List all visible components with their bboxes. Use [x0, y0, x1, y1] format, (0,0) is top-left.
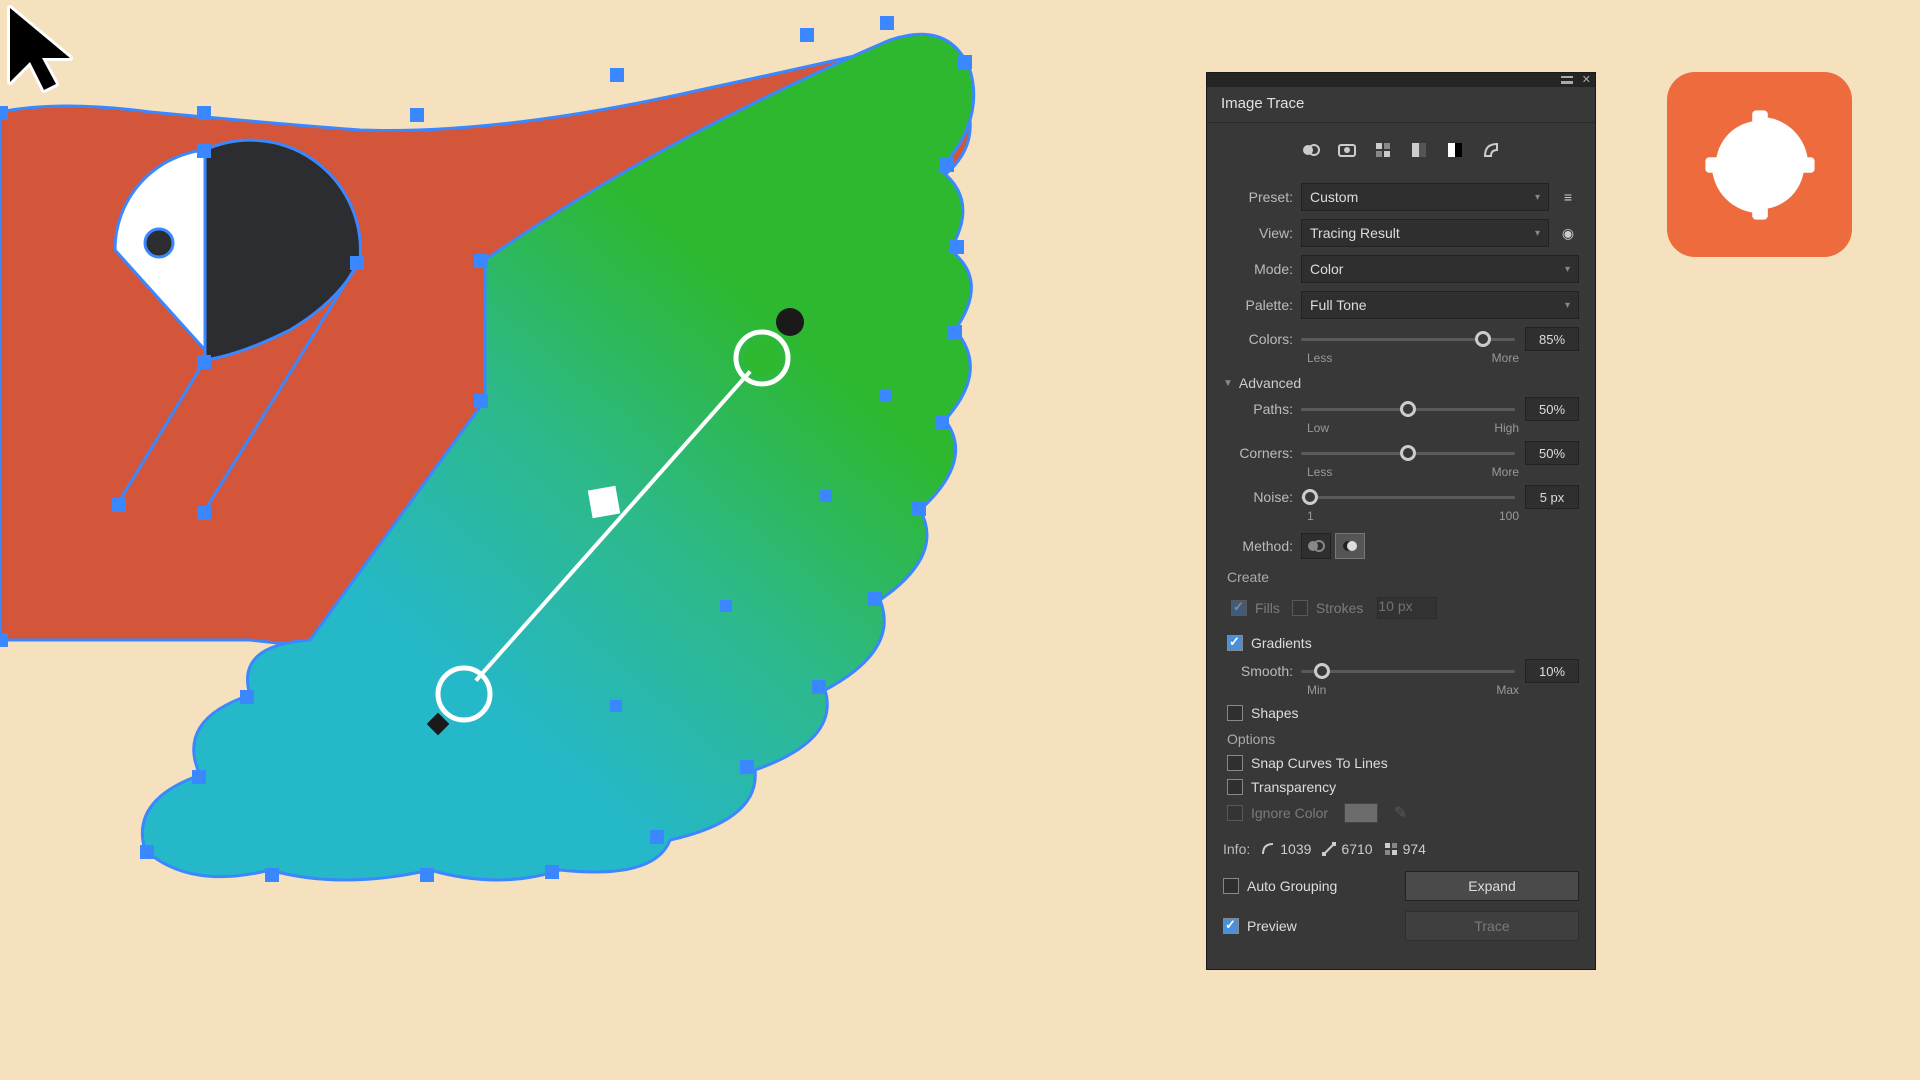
- panel-title: Image Trace: [1207, 87, 1595, 123]
- preview-checkbox[interactable]: Preview: [1223, 918, 1297, 934]
- preset-menu-icon[interactable]: ≡: [1557, 189, 1579, 205]
- cursor-pointer: [0, 0, 90, 100]
- transparency-checkbox[interactable]: Transparency: [1227, 779, 1579, 795]
- view-eye-icon[interactable]: ◉: [1557, 225, 1579, 242]
- create-label: Create: [1227, 569, 1579, 585]
- colors-slider[interactable]: [1301, 329, 1515, 349]
- trace-button: Trace: [1405, 911, 1579, 941]
- corners-value[interactable]: 50%: [1525, 441, 1579, 465]
- smooth-slider[interactable]: [1301, 661, 1515, 681]
- preset-photo-icon[interactable]: [1336, 139, 1358, 161]
- panel-menu-icon[interactable]: [1561, 76, 1573, 84]
- fills-checkbox: Fills: [1231, 600, 1280, 616]
- view-select[interactable]: Tracing Result▾: [1301, 219, 1549, 247]
- strokes-checkbox: Strokes10 px: [1292, 597, 1437, 619]
- ignore-color-checkbox: Ignore Color✎: [1227, 803, 1579, 823]
- app-badge-icon: [1667, 72, 1852, 257]
- paths-value[interactable]: 50%: [1525, 397, 1579, 421]
- canvas-area[interactable]: [0, 0, 1920, 1080]
- info-paths: 1039: [1260, 841, 1311, 857]
- advanced-section[interactable]: ▼Advanced: [1223, 375, 1579, 391]
- corners-slider[interactable]: [1301, 443, 1515, 463]
- smooth-value[interactable]: 10%: [1525, 659, 1579, 683]
- preset-bw-icon[interactable]: [1444, 139, 1466, 161]
- preset-outline-icon[interactable]: [1480, 139, 1502, 161]
- noise-value[interactable]: 5 px: [1525, 485, 1579, 509]
- panel-titlebar[interactable]: ✕: [1207, 73, 1595, 87]
- options-label: Options: [1227, 731, 1579, 747]
- method-abutting-button[interactable]: [1301, 533, 1331, 559]
- preset-auto-icon[interactable]: [1300, 139, 1322, 161]
- preset-lowcolor-icon[interactable]: [1372, 139, 1394, 161]
- palette-label: Palette:: [1223, 297, 1301, 313]
- eyedropper-icon: ✎: [1394, 803, 1407, 823]
- autogroup-checkbox[interactable]: Auto Grouping: [1223, 878, 1337, 894]
- paths-slider[interactable]: [1301, 399, 1515, 419]
- colors-label: Colors:: [1223, 331, 1301, 347]
- info-anchors: 6710: [1321, 841, 1372, 857]
- colors-value[interactable]: 85%: [1525, 327, 1579, 351]
- preset-gray-icon[interactable]: [1408, 139, 1430, 161]
- palette-select[interactable]: Full Tone▾: [1301, 291, 1579, 319]
- gradients-checkbox[interactable]: Gradients: [1227, 635, 1579, 651]
- shapes-checkbox[interactable]: Shapes: [1227, 705, 1579, 721]
- preset-icon-row: [1223, 133, 1579, 175]
- mode-select[interactable]: Color▾: [1301, 255, 1579, 283]
- preset-select[interactable]: Custom▾: [1301, 183, 1549, 211]
- image-trace-panel: ✕ Image Trace Preset: Custom▾ ≡ View: Tr…: [1206, 72, 1596, 970]
- method-overlapping-button[interactable]: [1335, 533, 1365, 559]
- mode-label: Mode:: [1223, 261, 1301, 277]
- view-label: View:: [1223, 225, 1301, 241]
- noise-slider[interactable]: [1301, 487, 1515, 507]
- preset-label: Preset:: [1223, 189, 1301, 205]
- close-icon[interactable]: ✕: [1582, 73, 1591, 86]
- expand-button[interactable]: Expand: [1405, 871, 1579, 901]
- snap-checkbox[interactable]: Snap Curves To Lines: [1227, 755, 1579, 771]
- ignore-color-swatch: [1344, 803, 1378, 823]
- info-colors: 974: [1383, 841, 1426, 857]
